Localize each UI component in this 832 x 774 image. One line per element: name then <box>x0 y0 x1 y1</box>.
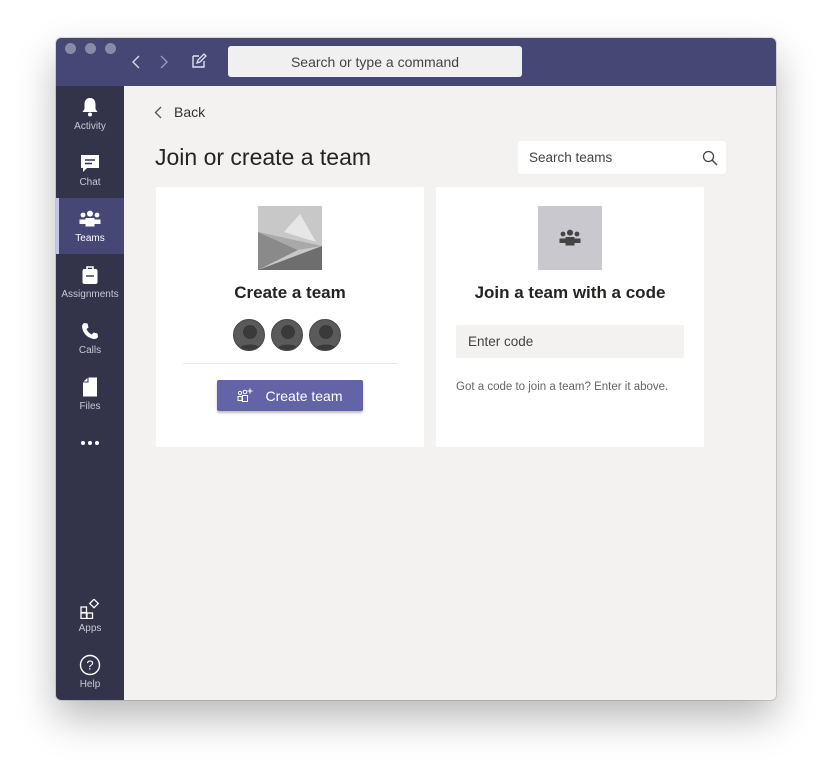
team-image-placeholder <box>258 206 322 270</box>
back-arrow-icon[interactable] <box>127 52 145 72</box>
compose-icon[interactable] <box>190 52 210 72</box>
join-team-image <box>538 206 602 270</box>
assignments-icon <box>79 264 101 286</box>
chat-icon <box>79 152 101 174</box>
phone-icon <box>79 320 101 342</box>
svg-text:?: ? <box>86 658 93 673</box>
rail-item-more[interactable] <box>56 422 124 474</box>
rail-item-label: Assignments <box>61 289 119 300</box>
bell-icon <box>79 96 101 118</box>
rail-item-chat[interactable]: Chat <box>56 142 124 198</box>
rail-item-label: Help <box>79 679 101 690</box>
create-team-button-label: Create team <box>265 387 343 404</box>
avatar <box>233 319 265 351</box>
rail-item-assignments[interactable]: Assignments <box>56 254 124 310</box>
rail-item-apps[interactable]: Apps <box>56 588 124 644</box>
teams-icon <box>79 208 101 230</box>
rail-item-files[interactable]: Files <box>56 366 124 422</box>
file-icon <box>79 376 101 398</box>
join-team-title: Join a team with a code <box>474 283 666 302</box>
app-rail: Activity Chat Teams Assignments Calls Fi… <box>56 86 124 700</box>
minimize-window-button[interactable] <box>85 43 96 54</box>
back-link[interactable]: Back <box>154 104 205 120</box>
avatar-group <box>233 319 347 351</box>
close-window-button[interactable] <box>65 43 76 54</box>
create-team-card: Create a team Create team <box>156 187 424 447</box>
create-team-title: Create a team <box>234 283 346 302</box>
more-icon <box>79 432 101 454</box>
join-code-hint: Got a code to join a team? Enter it abov… <box>456 381 669 393</box>
title-bar: Search or type a command <box>56 38 776 86</box>
rail-item-label: Apps <box>78 623 102 634</box>
rail-item-help[interactable]: ? Help <box>56 644 124 700</box>
rail-item-label: Activity <box>74 121 106 132</box>
avatar <box>271 319 303 351</box>
join-team-card: Join a team with a code Got a code to jo… <box>436 187 704 447</box>
back-label: Back <box>174 104 206 120</box>
command-search-placeholder: Search or type a command <box>290 53 460 70</box>
rail-item-activity[interactable]: Activity <box>56 86 124 142</box>
search-icon[interactable] <box>702 150 718 169</box>
card-divider <box>183 363 397 364</box>
rail-item-label: Chat <box>79 177 101 188</box>
command-search-bar[interactable]: Search or type a command <box>228 46 522 77</box>
rail-item-teams[interactable]: Teams <box>56 198 124 254</box>
help-icon: ? <box>79 654 101 676</box>
app-window: Search or type a command Activity Chat T… <box>56 38 776 700</box>
page-title: Join or create a team <box>155 144 372 170</box>
rail-item-label: Calls <box>78 345 102 356</box>
rail-item-calls[interactable]: Calls <box>56 310 124 366</box>
avatar <box>309 319 341 351</box>
search-teams-input[interactable]: Search teams <box>518 141 726 174</box>
rail-item-label: Files <box>79 401 101 412</box>
apps-icon <box>79 598 101 620</box>
rail-item-label: Teams <box>75 233 105 244</box>
search-teams-placeholder: Search teams <box>529 150 613 165</box>
add-team-icon <box>237 388 253 402</box>
forward-arrow-icon[interactable] <box>155 52 173 72</box>
chevron-left-icon <box>154 106 162 118</box>
enter-code-input[interactable] <box>456 325 684 358</box>
zoom-window-button[interactable] <box>105 43 116 54</box>
create-team-button[interactable]: Create team <box>217 380 363 411</box>
teams-icon <box>559 229 581 246</box>
